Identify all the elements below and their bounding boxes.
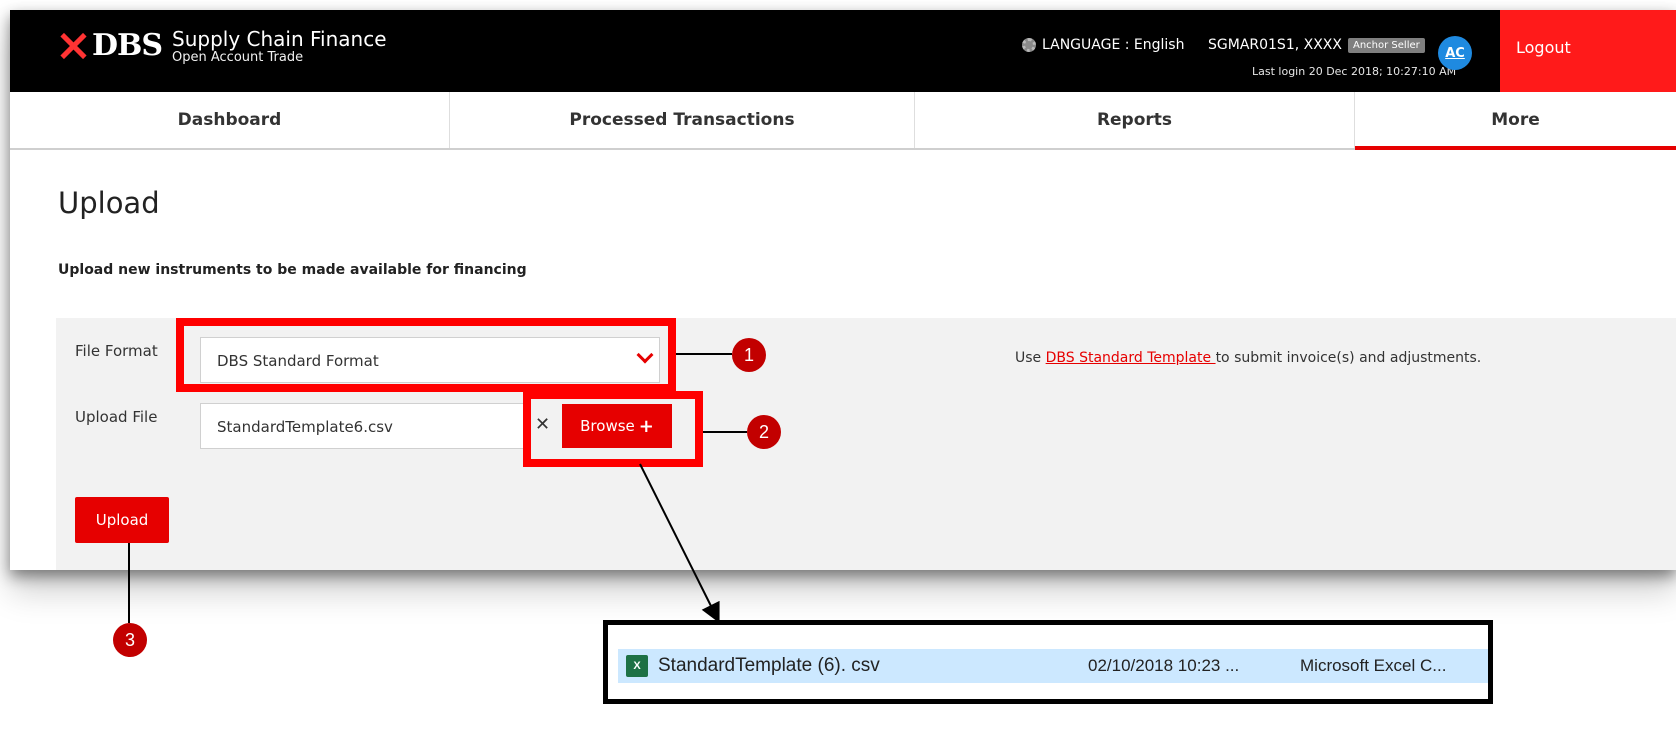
app-window: DBS Supply Chain Finance Open Account Tr…	[10, 10, 1676, 570]
page-subtitle: Upload new instruments to be made availa…	[58, 262, 527, 278]
excel-icon: X	[626, 655, 648, 677]
template-note-prefix: Use	[1015, 350, 1046, 366]
app-title: Supply Chain Finance	[172, 27, 387, 51]
app-subtitle: Open Account Trade	[172, 50, 304, 65]
last-login: Last login 20 Dec 2018; 10:27:10 AM	[1252, 65, 1457, 78]
avatar[interactable]: AC	[1438, 36, 1472, 70]
annotation-line-3	[128, 543, 130, 623]
gear-icon	[1022, 38, 1036, 52]
app-brand: Supply Chain Finance Open Account Trade	[172, 28, 387, 66]
dbs-standard-template-link[interactable]: DBS Standard Template	[1046, 350, 1216, 366]
logo-text: DBS	[92, 28, 163, 63]
language-label: LANGUAGE : English	[1042, 37, 1185, 53]
file-modified: 02/10/2018 10:23 ...	[1088, 656, 1240, 675]
file-format-label: File Format	[75, 342, 158, 360]
upload-file-label: Upload File	[75, 408, 158, 426]
file-name: StandardTemplate (6). csv	[658, 655, 880, 676]
dbs-logo[interactable]: DBS	[58, 28, 163, 63]
user-info: SGMAR01S1, XXXX Anchor Seller	[1208, 37, 1425, 53]
annotation-line-1	[676, 353, 732, 355]
template-note-suffix: to submit invoice(s) and adjustments.	[1215, 350, 1482, 366]
dbs-star-icon	[58, 31, 88, 61]
template-note: Use DBS Standard Template to submit invo…	[1015, 350, 1481, 366]
annotation-line-2	[703, 431, 747, 433]
file-explorer-popup: X StandardTemplate (6). csv 02/10/2018 1…	[603, 620, 1493, 704]
highlight-file-format	[176, 318, 676, 392]
nav-item-processed-transactions[interactable]: Processed Transactions	[450, 92, 915, 148]
annotation-marker-1: 1	[732, 338, 766, 372]
role-badge: Anchor Seller	[1348, 37, 1425, 53]
user-name: SGMAR01S1, XXXX	[1208, 37, 1342, 53]
annotation-marker-3: 3	[113, 623, 147, 657]
nav-item-more[interactable]: More	[1355, 92, 1676, 150]
highlight-browse	[523, 391, 703, 467]
language-selector[interactable]: LANGUAGE : English	[1022, 37, 1184, 53]
upload-button[interactable]: Upload	[75, 497, 169, 543]
top-header: DBS Supply Chain Finance Open Account Tr…	[10, 10, 1676, 92]
annotation-marker-2: 2	[747, 415, 781, 449]
screenshot-stage: DBS Supply Chain Finance Open Account Tr…	[0, 0, 1676, 753]
nav-item-reports[interactable]: Reports	[915, 92, 1355, 148]
upload-file-input[interactable]: StandardTemplate6.csv	[200, 403, 530, 449]
page-title: Upload	[58, 186, 160, 220]
nav-item-dashboard[interactable]: Dashboard	[10, 92, 450, 148]
file-type: Microsoft Excel C...	[1300, 656, 1447, 675]
logout-button[interactable]: Logout	[1500, 10, 1676, 92]
main-nav: Dashboard Processed Transactions Reports…	[10, 92, 1676, 150]
file-row[interactable]: X StandardTemplate (6). csv 02/10/2018 1…	[618, 649, 1488, 683]
